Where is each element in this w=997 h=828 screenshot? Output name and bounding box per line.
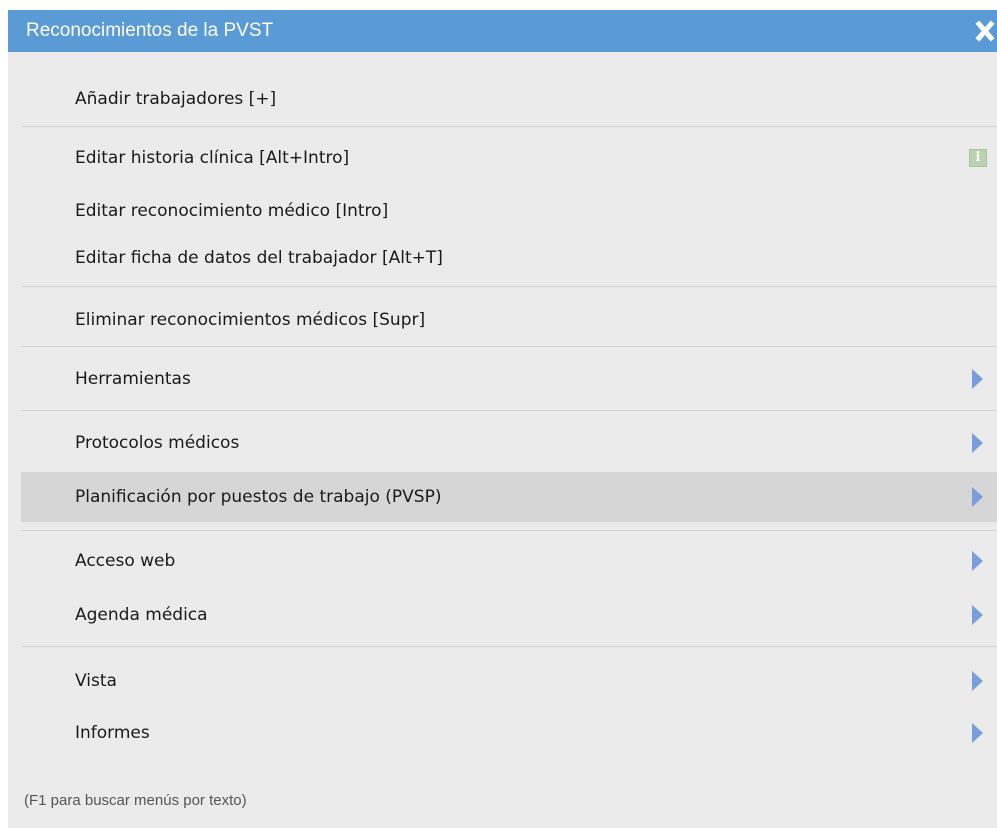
menu-item-label: Informes <box>75 723 150 743</box>
submenu-arrow-icon <box>972 369 983 389</box>
submenu-arrow-icon <box>972 723 983 743</box>
submenu-arrow-icon <box>972 487 983 507</box>
menu-item-label: Editar historia clínica [Alt+Intro] <box>75 148 350 168</box>
submenu-arrow-icon <box>972 551 983 571</box>
menu-separator <box>21 126 997 127</box>
menu-item-edit-worker-record[interactable]: Editar ficha de datos del trabajador [Al… <box>21 235 997 281</box>
submenu-arrow-icon <box>972 433 983 453</box>
menu-item-tools[interactable]: Herramientas <box>21 356 997 402</box>
menu-item-label: Agenda médica <box>75 605 208 625</box>
menu-item-medical-agenda[interactable]: Agenda médica <box>21 592 997 638</box>
submenu-arrow-icon <box>972 671 983 691</box>
menu-item-label: Eliminar reconocimientos médicos [Supr] <box>75 310 426 330</box>
menu-item-planning-by-job[interactable]: Planificación por puestos de trabajo (PV… <box>21 472 997 522</box>
menu-item-label: Acceso web <box>75 551 176 571</box>
footer-hint: (F1 para buscar menús por texto) <box>24 792 247 809</box>
menu-item-reports[interactable]: Informes <box>21 710 997 756</box>
menu-separator <box>21 646 997 647</box>
title-bar: Reconocimientos de la PVST <box>8 10 997 52</box>
menu-separator <box>21 410 997 411</box>
menu-item-label: Herramientas <box>75 369 191 389</box>
menu-item-edit-medical-exam[interactable]: Editar reconocimiento médico [Intro] <box>21 188 997 234</box>
menu-item-web-access[interactable]: Acceso web <box>21 538 997 584</box>
context-menu-panel: Reconocimientos de la PVST Añadir trabaj… <box>8 10 997 828</box>
menu-item-label: Editar reconocimiento médico [Intro] <box>75 201 389 221</box>
menu-separator <box>21 530 997 531</box>
menu-item-label: Vista <box>75 671 117 691</box>
menu-separator <box>21 346 997 347</box>
menu-item-delete-medical-exams[interactable]: Eliminar reconocimientos médicos [Supr] <box>21 297 997 343</box>
menu-item-label: Añadir trabajadores [+] <box>75 89 277 109</box>
submenu-arrow-icon <box>972 605 983 625</box>
menu-separator <box>21 286 997 287</box>
info-icon[interactable]: i <box>969 149 987 167</box>
menu-title: Reconocimientos de la PVST <box>26 20 274 41</box>
menu-item-view[interactable]: Vista <box>21 658 997 704</box>
menu-item-label: Planificación por puestos de trabajo (PV… <box>75 487 442 507</box>
menu-item-add-workers[interactable]: Añadir trabajadores [+] <box>21 76 997 122</box>
menu-item-medical-protocols[interactable]: Protocolos médicos <box>21 420 997 466</box>
menu-item-edit-clinical-history[interactable]: Editar historia clínica [Alt+Intro] i <box>21 135 997 181</box>
menu-item-label: Protocolos médicos <box>75 433 240 453</box>
menu-item-label: Editar ficha de datos del trabajador [Al… <box>75 248 443 268</box>
close-icon[interactable] <box>973 18 997 44</box>
